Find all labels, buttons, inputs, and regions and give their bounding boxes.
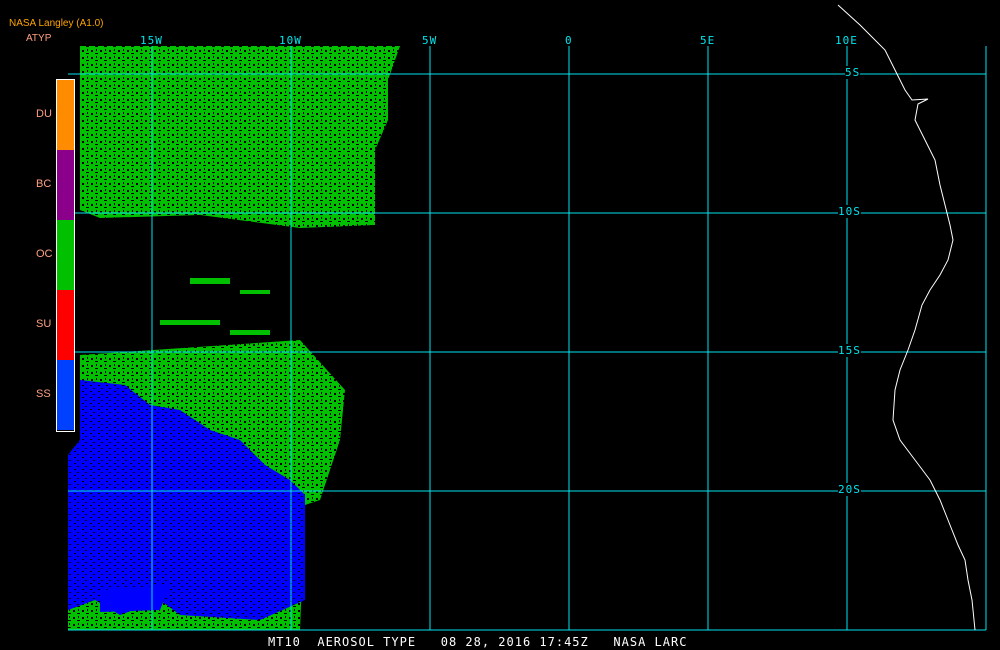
map-canvas [68,4,987,631]
latitude-label: 20S [838,483,861,496]
legend-swatch-ss [57,360,74,430]
legend-label: DU [36,108,52,120]
latitude-label: 15S [838,344,861,357]
longitude-label: 15W [140,34,163,47]
latitude-label: 10S [838,205,861,218]
aerosol-type-legend [56,79,75,432]
longitude-label: 0 [565,34,573,47]
longitude-label: 10E [835,34,858,47]
legend-label: OC [36,248,53,260]
legend-label: BC [36,178,52,190]
latitude-label: 5S [845,66,861,79]
aerosol-green-sparse [160,278,270,335]
legend-swatch-bc [57,150,74,220]
legend-label: SS [36,388,51,400]
legend-swatch-oc [57,220,74,290]
coastline [837,4,976,631]
aerosol-green-north [80,46,400,228]
legend-label: SU [36,318,52,330]
longitude-label: 5W [422,34,438,47]
longitude-label: 10W [279,34,302,47]
legend-swatch-du [57,80,74,150]
legend-swatch-su [57,290,74,360]
longitude-label: 5E [700,34,716,47]
footer-caption: MT10 AEROSOL TYPE 08 28, 2016 17:45Z NAS… [268,635,688,649]
